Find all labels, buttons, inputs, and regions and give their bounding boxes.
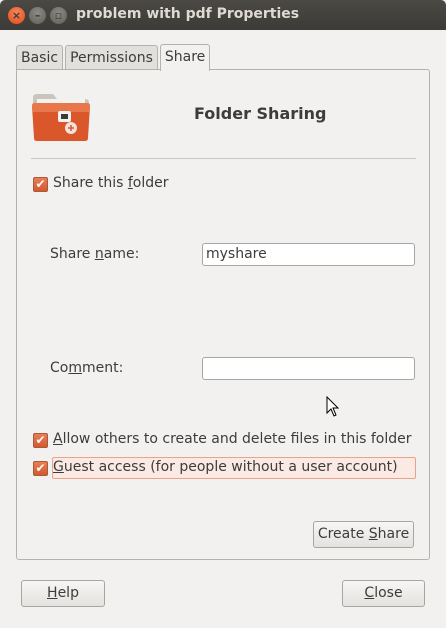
maximize-window-button[interactable]: ▫ xyxy=(50,7,67,24)
close-window-button[interactable]: × xyxy=(8,7,25,24)
mouse-pointer-icon xyxy=(326,396,340,417)
comment-input[interactable] xyxy=(202,357,415,380)
share-name-label: Share name: xyxy=(50,246,140,262)
separator xyxy=(31,158,416,159)
title-bar: × – ▫ problem with pdf Properties xyxy=(0,0,446,30)
folder-sharing-heading: Folder Sharing xyxy=(194,104,327,123)
guest-access-checkbox[interactable]: ✔ xyxy=(33,461,48,476)
shared-folder-icon xyxy=(32,94,90,141)
minimize-window-button[interactable]: – xyxy=(29,7,46,24)
comment-label: Comment: xyxy=(50,360,124,376)
tab-share[interactable]: Share xyxy=(159,44,211,71)
allow-others-checkbox[interactable]: ✔ xyxy=(33,433,48,448)
tab-bar: Basic Permissions Share xyxy=(16,44,212,71)
share-folder-label[interactable]: Share this folder xyxy=(53,175,169,191)
share-panel xyxy=(16,69,430,560)
share-name-input[interactable]: myshare xyxy=(202,243,415,266)
tab-permissions[interactable]: Permissions xyxy=(65,45,158,70)
guest-access-label[interactable]: Guest access (for people without a user … xyxy=(53,459,398,475)
allow-others-label[interactable]: Allow others to create and delete files … xyxy=(53,431,412,447)
help-button[interactable]: Help xyxy=(21,580,105,607)
create-share-button[interactable]: Create Share xyxy=(313,521,414,548)
share-folder-checkbox[interactable]: ✔ xyxy=(33,177,48,192)
window-title: problem with pdf Properties xyxy=(76,6,300,22)
tab-basic[interactable]: Basic xyxy=(16,45,64,70)
close-button[interactable]: Close xyxy=(342,580,425,607)
